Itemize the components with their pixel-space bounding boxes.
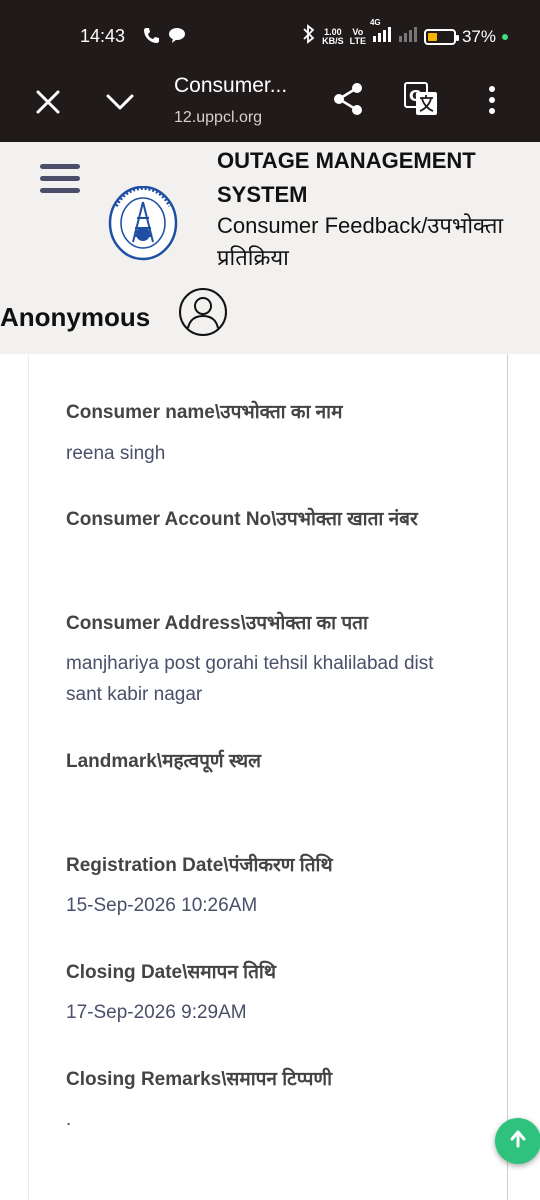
signal-icon: 4G bbox=[370, 18, 392, 47]
status-indicators: 1.00 KB/S Vo LTE 4G 37% bbox=[302, 18, 508, 49]
arrow-up-icon bbox=[508, 1129, 528, 1154]
user-name: Anonymous bbox=[0, 302, 151, 332]
close-icon[interactable] bbox=[32, 86, 64, 118]
status-time: 14:43 bbox=[80, 26, 126, 46]
closing-remarks-value: . bbox=[66, 1109, 72, 1130]
battery-level bbox=[427, 32, 437, 41]
page-title: OUTAGE MANAGEMENT SYSTEM bbox=[217, 148, 476, 207]
net-speed: 1.00 KB/S bbox=[322, 27, 344, 46]
signal-icon-sim2 bbox=[398, 26, 418, 47]
account-icon[interactable] bbox=[178, 287, 228, 337]
net-speed-unit: KB/S bbox=[322, 35, 344, 46]
network-type: 4G bbox=[369, 18, 381, 27]
consumer-name-value: reena singh bbox=[66, 443, 166, 464]
volte-bottom: LTE bbox=[349, 35, 366, 46]
feedback-detail-card: Consumer name\उपभोक्ता का नाम reena sing… bbox=[28, 354, 508, 1200]
account-no-label: Consumer Account No\उपभोक्ता खाता नंबर bbox=[66, 509, 418, 530]
uppcl-logo bbox=[108, 185, 178, 274]
volte-indicator: Vo LTE bbox=[349, 27, 366, 46]
status-bar: 14:43 1.00 KB/S Vo LTE 4G 37% bbox=[0, 0, 540, 70]
closing-date-value: 17-Sep-2026 9:29AM bbox=[66, 1002, 247, 1023]
more-vert-icon[interactable] bbox=[480, 84, 504, 116]
battery-percent: 37% bbox=[461, 26, 496, 46]
privacy-indicator-dot bbox=[502, 33, 508, 40]
consumer-name-label: Consumer name\उपभोक्ता का नाम bbox=[66, 402, 343, 423]
hamburger-menu-icon[interactable] bbox=[40, 164, 80, 198]
chevron-down-icon[interactable] bbox=[104, 86, 136, 118]
address-value: manjhariya post gorahi tehsil khalilabad… bbox=[66, 653, 434, 705]
browser-toolbar: Consumer... 12.uppcl.org G bbox=[0, 70, 540, 142]
share-icon[interactable] bbox=[332, 82, 364, 116]
closing-date-label: Closing Date\समापन तिथि bbox=[66, 962, 276, 983]
page-tab-title[interactable]: Consumer... bbox=[174, 74, 287, 98]
battery-icon bbox=[423, 28, 459, 45]
call-icon bbox=[143, 26, 187, 49]
page-header: OUTAGE MANAGEMENT SYSTEM Consumer Feedba… bbox=[0, 142, 540, 354]
scroll-to-top-button[interactable] bbox=[495, 1118, 540, 1164]
bluetooth-icon bbox=[302, 24, 316, 49]
registration-date-value: 15-Sep-2026 10:26AM bbox=[66, 895, 258, 916]
closing-remarks-label: Closing Remarks\समापन टिप्पणी bbox=[66, 1069, 333, 1090]
registration-date-label: Registration Date\पंजीकरण तिथि bbox=[66, 855, 333, 876]
page-subtitle: Consumer Feedback/उपभोक्ता प्रतिक्रिया bbox=[217, 213, 504, 270]
translate-icon[interactable]: G bbox=[404, 82, 438, 116]
landmark-label: Landmark\महत्वपूर्ण स्थल bbox=[66, 751, 261, 772]
page-url[interactable]: 12.uppcl.org bbox=[174, 109, 262, 127]
address-label: Consumer Address\उपभोक्ता का पता bbox=[66, 613, 368, 634]
